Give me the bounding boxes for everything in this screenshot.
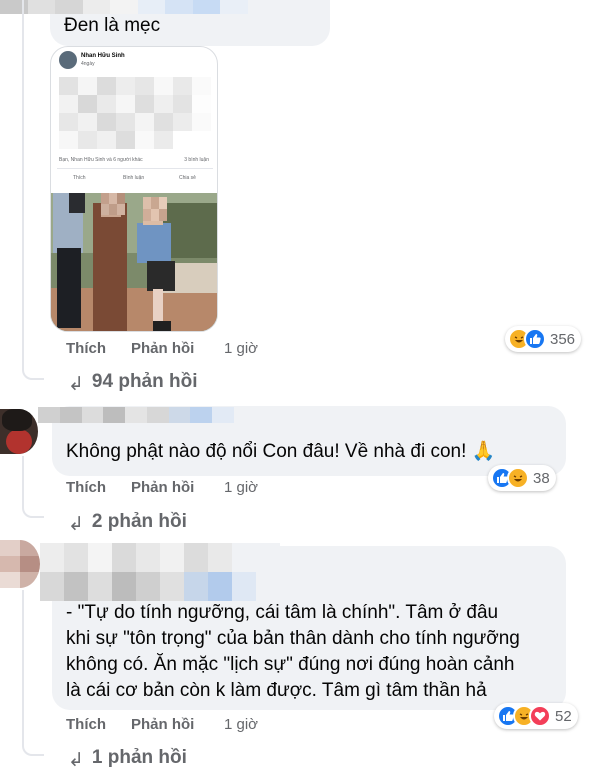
reply-arrow-icon: ↰ [68, 511, 84, 532]
view-replies-link[interactable]: ↰ 2 phản hồi [68, 510, 187, 533]
post-share-button: Chia sẻ [179, 175, 196, 181]
reaction-summary[interactable]: 38 [488, 465, 556, 491]
reply-arrow-icon: ↰ [68, 371, 84, 392]
thread-line [22, 0, 24, 368]
thread-curve [22, 724, 44, 756]
replies-count-label: 1 phản hồi [91, 747, 187, 768]
view-replies-link[interactable]: ↰ 94 phản hồi [68, 370, 198, 393]
haha-icon [507, 467, 529, 489]
blurred-username [0, 0, 330, 14]
post-author-name: Nhan Hữu Sinh [81, 53, 125, 59]
view-replies-link[interactable]: ↰ 1 phản hồi [68, 746, 187, 769]
blurred-username [40, 543, 280, 601]
comment-time[interactable]: 1 giờ [224, 340, 258, 357]
comment-text-line: - "Tự do tính ngưỡng, cái tâm là chính".… [66, 602, 499, 623]
reaction-count: 38 [533, 469, 550, 487]
avatar[interactable] [0, 409, 38, 454]
reply-arrow-icon: ↰ [68, 747, 84, 768]
photo-scene [51, 193, 217, 331]
shared-post-image[interactable]: Nhan Hữu Sinh 4ngày Bạn, Nhan Hữu Sinh v… [50, 46, 218, 332]
post-like-button: Thích [73, 175, 86, 181]
blurred-face [101, 193, 125, 215]
reaction-summary[interactable]: 52 [494, 703, 578, 729]
comment-text: Không phật nào độ nổi Con đâu! Về nhà đi… [66, 441, 496, 462]
blurred-post-text [59, 77, 211, 149]
comment-time[interactable]: 1 giờ [224, 716, 258, 733]
reaction-count: 356 [550, 330, 576, 348]
post-time: 4ngày [81, 61, 95, 67]
blurred-face [143, 197, 167, 221]
comment-text: Đen là mẹc [64, 15, 161, 36]
reply-button[interactable]: Phản hồi [131, 479, 194, 496]
thread-line [22, 590, 24, 740]
reply-button[interactable]: Phản hồi [131, 340, 194, 357]
blurred-username [38, 407, 234, 423]
comment-text-line: không có. Ăn mặc "lịch sự" đúng nơi đúng… [66, 654, 515, 675]
avatar[interactable] [0, 540, 40, 588]
like-icon [524, 328, 546, 350]
comment-text-line: là cái cơ bản còn k làm được. Tâm gì tâm… [66, 680, 487, 701]
post-comment-count: 3 bình luận [184, 157, 209, 163]
thread-curve [22, 490, 44, 518]
post-divider [57, 168, 213, 169]
reaction-summary[interactable]: 356 [505, 326, 582, 352]
post-photo [51, 193, 217, 331]
post-reaction-stats: Bạn, Nhan Hữu Sinh và 6 người khác [59, 157, 143, 163]
replies-count-label: 2 phản hồi [91, 511, 187, 532]
love-icon [529, 705, 551, 727]
replies-count-label: 94 phản hồi [91, 371, 198, 392]
thread-curve [22, 352, 44, 380]
like-button[interactable]: Thích [66, 479, 106, 496]
reaction-count: 52 [555, 707, 572, 725]
like-button[interactable]: Thích [66, 340, 106, 357]
comment-text-line: khi sự "tôn trọng" của bản thân dành cho… [66, 628, 520, 649]
post-author-avatar [59, 51, 77, 69]
post-comment-button: Bình luận [123, 175, 145, 181]
like-button[interactable]: Thích [66, 716, 106, 733]
comment-time[interactable]: 1 giờ [224, 479, 258, 496]
reply-button[interactable]: Phản hồi [131, 716, 194, 733]
